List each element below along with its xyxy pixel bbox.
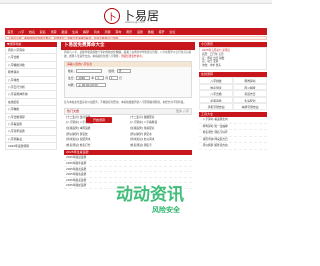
- birth-label: 生日：: [68, 75, 77, 80]
- month-select[interactable]: 1: [95, 75, 105, 80]
- tool-list-item[interactable]: · 周公解梦 解梦境吉凶: [199, 143, 267, 150]
- service-note: 仅为本站文化爱好的公益服务，不收取任何费用。本系统根据周易八字原理编制而成，未经…: [64, 101, 186, 105]
- tool-link[interactable]: 黄道吉日: [233, 90, 267, 97]
- name-label: 姓名：: [68, 68, 77, 73]
- tool-link[interactable]: 生肖配对: [233, 96, 267, 104]
- time-select[interactable]: 子 00:00-00:59: [76, 82, 107, 87]
- bazi-form: 请输入您的八字信息 姓名： 性别： 男 生日： 1990 年 1 月 1 日 时…: [64, 61, 192, 99]
- nav-item[interactable]: 塔罗: [156, 30, 167, 34]
- tool-link[interactable]: 姓名测试: [199, 83, 233, 91]
- nav-item[interactable]: 姓名: [27, 30, 38, 34]
- gender-label: 性别：: [108, 68, 117, 73]
- almanac-box: 2025年五月初七 星期五 农历：乙巳年 五月 宜：祭祀 出行 嫁娶 忌：动土 安葬冲…: [199, 47, 267, 70]
- watermark-subtext: 风险安全: [152, 206, 180, 214]
- tool-link[interactable]: 星座运势: [199, 96, 233, 104]
- tool-link[interactable]: 周公解梦: [233, 83, 267, 91]
- year-link[interactable]: 2025年属蛇运势: [64, 183, 192, 189]
- nav-item[interactable]: 测算: [48, 30, 59, 34]
- year-select[interactable]: 1990: [76, 75, 91, 80]
- tool-link[interactable]: 称骨算命: [233, 76, 267, 84]
- main-nav: 首页 八字 姓名 起名 测算 星座 生肖 解梦 风水 周易 算命 黄历 运势 属相 塔罗 论坛: [5, 28, 267, 35]
- sidebar-item[interactable]: 在线起名: [5, 98, 57, 107]
- nav-item[interactable]: 起名: [37, 30, 48, 34]
- sidebar-item[interactable]: 八字喜用神查询: [5, 91, 57, 99]
- tools-grid: 八字排盘 称骨算命 姓名测试 周公解梦 八字合婚 黄道吉日 星座运势 生肖配对 手机号测吉凶 车牌…: [199, 76, 267, 110]
- tool-list-item[interactable]: · 八字算命 看运势走向: [199, 117, 267, 124]
- sidebar-item[interactable]: 八字合婚测算: [5, 113, 57, 121]
- nav-item[interactable]: 星座: [59, 30, 70, 34]
- tool-list-item[interactable]: · 称骨算命 知一生福禄: [199, 124, 267, 131]
- sidebar: ▼测算导航 周易八字算命 八字合婚 八字精批详批 称骨算命 八字排盘 八字五行分析 八字喜用…: [5, 42, 57, 151]
- logo-url: www.buyiju.com: [125, 21, 145, 24]
- tool-link[interactable]: 车牌号测吉凶: [233, 103, 267, 110]
- nav-item[interactable]: 算命: [113, 30, 124, 34]
- hot-link[interactable]: [姓名测试] 姓名打分: [64, 143, 128, 149]
- tool-list-item[interactable]: · 黄历查询 择良辰吉日: [199, 137, 267, 144]
- nav-item[interactable]: 运势: [135, 30, 146, 34]
- nav-item[interactable]: 黄历: [124, 30, 135, 34]
- intro-text: 周易与八字，是我华夏民族数千年的传统文化精髓，蕴涵了古老的中华智慧与哲理。八字命…: [61, 50, 195, 59]
- sidebar-item[interactable]: 八字测事业: [5, 135, 57, 144]
- nav-item[interactable]: 周易: [102, 30, 113, 34]
- sidebar-item[interactable]: 周易八字算命: [5, 47, 57, 55]
- sidebar-item[interactable]: 八字看运势: [5, 120, 57, 129]
- top-bar: [0, 0, 272, 4]
- nav-item[interactable]: 生肖: [70, 30, 81, 34]
- intro-link[interactable]: 测试结果仅作参考。: [121, 55, 144, 58]
- sidebar-item[interactable]: 八字合婚: [5, 54, 57, 62]
- sidebar-item[interactable]: 2025年运势测算: [5, 143, 57, 151]
- tools-list: · 八字算命 看运势走向 · 称骨算命 知一生福禄 · 姓名测分 测名字好坏 · 黄历…: [199, 117, 267, 150]
- tool-link[interactable]: 手机号测吉凶: [199, 103, 233, 110]
- nav-item[interactable]: 首页: [5, 30, 16, 34]
- tool-link[interactable]: 八字排盘: [199, 76, 233, 84]
- nav-item[interactable]: 属相: [145, 30, 156, 34]
- almanac-line: 冲煞：冲羊 煞东: [202, 64, 221, 68]
- sidebar-item[interactable]: 称骨算命: [5, 69, 57, 77]
- day-select[interactable]: 1: [109, 75, 119, 80]
- sidebar-item[interactable]: 八字排盘: [5, 76, 57, 84]
- hot-links: [十二生肖] 生肖运势 [十二生肖] 属相配对 [八字算命] 八字测婚姻 [八字算命]…: [64, 115, 192, 149]
- hot-link[interactable]: [姓名测试] 测名字: [128, 143, 192, 149]
- main-content: 卜易居免费算命大全 周易与八字，是我华夏民族数千年的传统文化精髓，蕴涵了古老的中…: [61, 42, 195, 189]
- sidebar-item[interactable]: 八字精批详批: [5, 61, 57, 70]
- nav-item[interactable]: 解梦: [81, 30, 92, 34]
- time-label: 时辰：: [68, 82, 77, 87]
- logo-seal-icon: 卜: [104, 8, 120, 24]
- hot-section-header: 热门文章 更多 八字: [64, 107, 192, 115]
- gender-select[interactable]: 男: [116, 68, 131, 73]
- submit-button[interactable]: 开始测算: [86, 117, 112, 123]
- right-column: 今日黄历 2025年五月初七 星期五 农历：乙巳年 五月 宜：祭祀 出行 嫁娶 忌：动…: [199, 42, 267, 150]
- time-row: 时辰： 子 00:00-00:59: [65, 81, 191, 88]
- tool-list-item[interactable]: · 姓名测分 测名字好坏: [199, 130, 267, 137]
- sidebar-item[interactable]: 八字精批: [5, 106, 57, 114]
- sidebar-item[interactable]: 八字五行分析: [5, 83, 57, 92]
- hot-section-title: 热门文章: [67, 108, 80, 113]
- birth-row: 生日： 1990 年 1 月 1 日: [68, 75, 122, 80]
- name-row: 姓名： 性别： 男: [65, 67, 191, 74]
- sidebar-item[interactable]: 八字流年运势: [5, 128, 57, 136]
- nav-item[interactable]: 风水: [91, 30, 102, 34]
- year-links: 2025年属鼠运势 2025年属牛运势 2025年属虎运势 2025年属兔运势 2025…: [64, 155, 192, 189]
- page-title: 卜易居免费算命大全: [61, 42, 195, 50]
- nav-item[interactable]: 论坛: [167, 30, 178, 34]
- site-logo[interactable]: 卜 卜易居 www.buyiju.com: [104, 6, 174, 26]
- hot-more-link[interactable]: 更多 八字: [176, 109, 189, 114]
- name-input[interactable]: [76, 68, 103, 73]
- tool-link[interactable]: 八字合婚: [199, 90, 233, 97]
- nav-item[interactable]: 八字: [16, 30, 27, 34]
- notice-bar: 卜易居声明：本站内容仅供娱乐参考，切勿迷信！测算结果请理性看待，命运掌握在自己手…: [5, 36, 267, 40]
